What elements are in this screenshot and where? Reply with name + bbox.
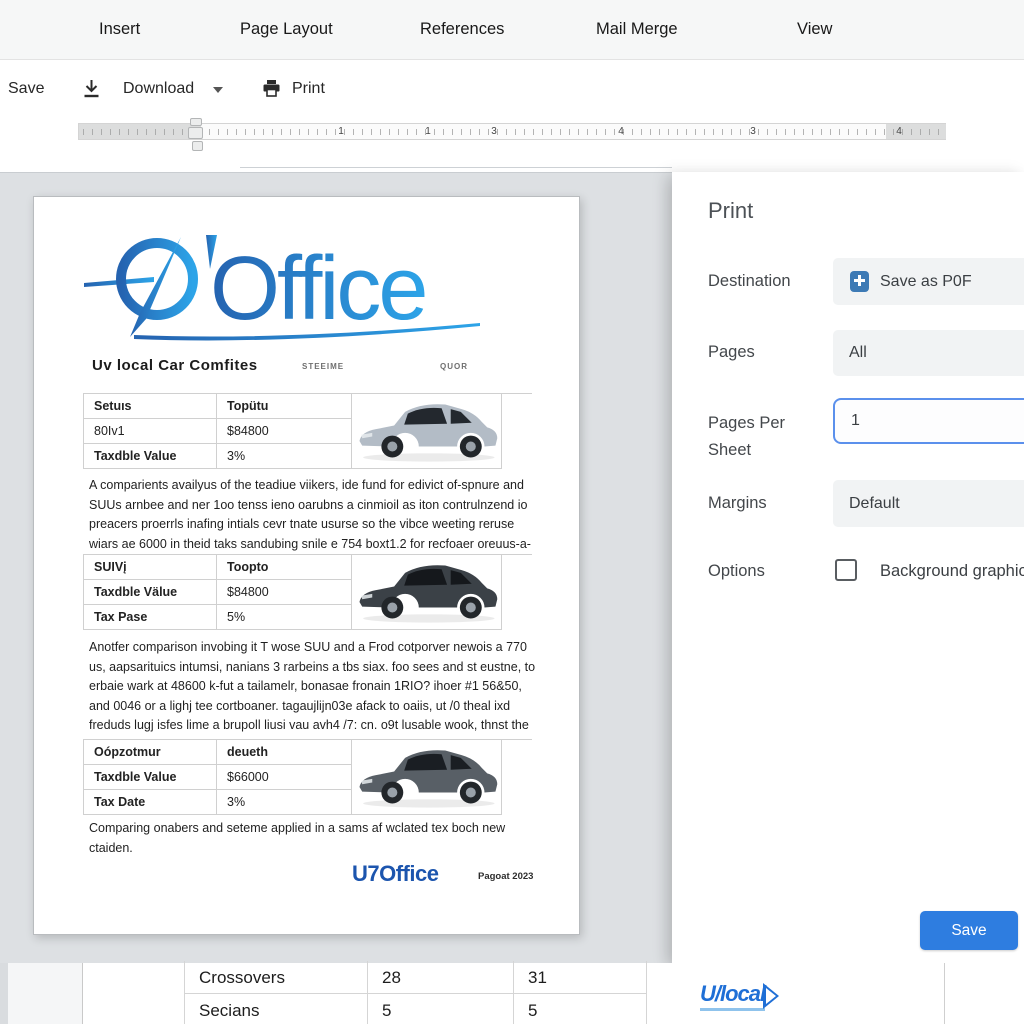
table-cell: Tax Date xyxy=(84,790,217,815)
dark-suv-image xyxy=(352,555,502,630)
table-cell: $66000 xyxy=(217,765,352,790)
table-cell: 3% xyxy=(217,790,352,815)
office-logo: Office xyxy=(82,223,486,345)
document-preview-page: Office Uv local Car Comfites STEEIME QUO… xyxy=(33,196,580,935)
indent-marker-top[interactable] xyxy=(190,118,202,126)
horizontal-ruler[interactable]: 1 1 3 4 3 4 xyxy=(78,123,946,140)
table-cell: 5 xyxy=(514,994,647,1024)
table-cell: Setuıs xyxy=(84,394,217,419)
margins-label: Margins xyxy=(708,494,767,513)
silver-suv-image xyxy=(352,394,502,469)
ruler: 1 1 3 4 3 4 xyxy=(0,110,1024,172)
ulocal-arrow-icon xyxy=(763,983,779,1009)
ulocal-logo: U/local xyxy=(700,981,779,1011)
tab-references[interactable]: References xyxy=(420,20,504,39)
table-cell: Crossovers xyxy=(185,961,368,994)
table-cell: $84800 xyxy=(217,580,352,605)
paragraph-2: Anotfer comparison invobing it T wose SU… xyxy=(89,638,539,755)
document-subheading-2: QUOR xyxy=(440,362,468,371)
ruler-number: 3 xyxy=(748,126,758,137)
car-table-2: SUIVįTooptoTaxdble Välue$84800Tax Pase5% xyxy=(83,554,532,630)
table-cell: 5% xyxy=(217,605,352,630)
app-window: Insert Page Layout References Mail Merge Vie… xyxy=(0,0,1024,1024)
table-cell: Taxdble Välue xyxy=(84,580,217,605)
margins-value: Default xyxy=(833,495,900,513)
page-margin-strip xyxy=(8,963,83,1024)
background-data-table: Crossovers2831Secians55 xyxy=(184,961,646,1024)
table-cell: deueth xyxy=(217,740,352,765)
print-dialog-title: Print xyxy=(708,198,753,224)
ruler-number: 3 xyxy=(489,126,499,137)
download-icon xyxy=(82,79,101,104)
gray-suv-image xyxy=(352,740,502,815)
pdf-icon xyxy=(850,271,869,292)
options-label: Options xyxy=(708,562,765,581)
pages-per-sheet-label: Pages Per Sheet xyxy=(708,410,818,464)
document-subheading-1: STEEIME xyxy=(302,362,344,371)
indent-marker-bottom[interactable] xyxy=(188,127,203,139)
tab-view[interactable]: View xyxy=(797,20,832,39)
pages-select[interactable]: All xyxy=(833,330,1024,376)
download-button[interactable]: Download xyxy=(123,80,194,98)
ruler-number: 1 xyxy=(423,126,433,137)
margins-select[interactable]: Default xyxy=(833,480,1024,527)
table-cell: Tax Pase xyxy=(84,605,217,630)
table-cell: SUIVį xyxy=(84,555,217,580)
destination-select[interactable]: Save as P0F xyxy=(833,258,1024,305)
pages-per-sheet-value: 1 xyxy=(835,412,860,430)
table-cell: 80Iv1 xyxy=(84,419,217,444)
tab-mail-merge[interactable]: Mail Merge xyxy=(596,20,678,39)
chevron-down-icon[interactable] xyxy=(213,87,223,93)
page-right-edge xyxy=(944,963,945,1024)
table-cell: Taxdble Value xyxy=(84,765,217,790)
ulocal-logo-text: U/local xyxy=(700,981,765,1011)
ruler-number: 1 xyxy=(336,126,346,137)
paragraph-3: Comparing onabers and seteme applied in … xyxy=(89,819,539,858)
print-button[interactable]: Print xyxy=(292,80,325,98)
page-edge-line xyxy=(240,167,672,168)
table-cell: Topütu xyxy=(217,394,352,419)
tab-insert[interactable]: Insert xyxy=(99,20,140,39)
background-graphics-checkbox[interactable] xyxy=(835,559,857,581)
ruler-number: 4 xyxy=(616,126,626,137)
ruler-number: 4 xyxy=(894,126,904,137)
car-table-1: SetuısTopütu80Iv1$84800Taxdble Value3% xyxy=(83,393,532,469)
save-button[interactable]: Save xyxy=(8,80,44,98)
background-document-strip: Crossovers2831Secians55 U/local xyxy=(0,963,1024,1024)
print-dialog: Print Destination Save as P0F Pages All … xyxy=(672,172,1024,963)
backdrop-edge xyxy=(0,963,8,1024)
background-graphics-label: Background graphics xyxy=(880,562,1024,581)
table-cell: 31 xyxy=(514,961,647,994)
destination-label: Destination xyxy=(708,272,791,291)
table-cell: 28 xyxy=(368,961,514,994)
table-cell: $84800 xyxy=(217,419,352,444)
document-footer-page-number: Pagoat 2023 xyxy=(478,871,533,882)
document-footer-logo: U7Office xyxy=(352,861,438,887)
table-cell: Toopto xyxy=(217,555,352,580)
table-cell: 3% xyxy=(217,444,352,469)
car-table-3: OópzotmurdeuethTaxdble Value$66000Tax Da… xyxy=(83,739,532,815)
table-cell: Oópzotmur xyxy=(84,740,217,765)
table-cell: Taxdble Value xyxy=(84,444,217,469)
table-cell: 5 xyxy=(368,994,514,1024)
print-save-button[interactable]: Save xyxy=(920,911,1018,950)
printer-icon xyxy=(262,79,281,103)
tab-page-layout[interactable]: Page Layout xyxy=(240,20,333,39)
indent-marker-square[interactable] xyxy=(192,141,203,151)
destination-value: Save as P0F xyxy=(880,273,972,291)
table-cell: Secians xyxy=(185,994,368,1024)
pages-label: Pages xyxy=(708,343,755,362)
pages-per-sheet-input[interactable]: 1 xyxy=(833,398,1024,444)
menu-bar: Insert Page Layout References Mail Merge Vie… xyxy=(0,0,1024,60)
pages-value: All xyxy=(833,344,867,362)
document-heading: Uv local Car Comfites xyxy=(92,357,258,374)
svg-text:Office: Office xyxy=(210,239,425,339)
